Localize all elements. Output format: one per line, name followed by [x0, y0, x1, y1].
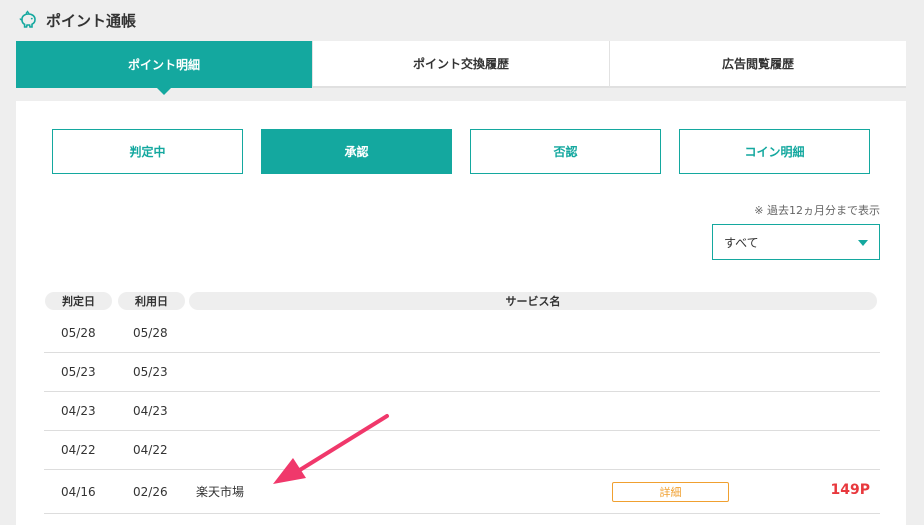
table-row: 04/16 02/26 楽天市場 詳細 149P: [44, 470, 880, 514]
table-row: 05/28 05/28: [44, 313, 880, 353]
used-date: 02/26: [133, 484, 168, 499]
judged-date: 05/23: [61, 365, 96, 379]
main-tabs: ポイント明細 ポイント交換履歴 広告閲覧履歴: [16, 41, 906, 95]
table-row: 05/23 05/23: [44, 353, 880, 392]
table-row: 04/22 04/22: [44, 431, 880, 470]
content-panel: 判定中 承認 否認 コイン明細 ※ 過去12ヵ月分まで表示 すべて 判定日 利用…: [16, 101, 906, 525]
page-header: ポイント通帳: [18, 8, 136, 32]
tab-point-exchange-history[interactable]: ポイント交換履歴: [313, 41, 610, 88]
filter-approved-button[interactable]: 承認: [261, 129, 452, 174]
column-header-service-name: サービス名: [189, 292, 877, 310]
tab-ad-view-history[interactable]: 広告閲覧履歴: [610, 41, 906, 88]
filter-rejected-button[interactable]: 否認: [470, 129, 661, 174]
column-header-judged-date: 判定日: [45, 292, 112, 310]
piggy-bank-icon: [19, 10, 36, 28]
tab-label: ポイント交換履歴: [412, 57, 509, 71]
detail-button[interactable]: 詳細: [612, 482, 729, 502]
page-title: ポイント通帳: [46, 11, 137, 30]
service-name: 楽天市場: [196, 485, 245, 499]
points-value: 149P: [830, 482, 870, 498]
active-tab-pointer: [157, 88, 171, 95]
judged-date: 04/23: [61, 404, 96, 418]
judged-date: 04/22: [61, 443, 96, 457]
tab-point-statement[interactable]: ポイント明細: [16, 41, 313, 95]
select-value: すべて: [724, 235, 759, 250]
tab-label: ポイント明細: [127, 58, 200, 72]
table-row: 04/23 04/23: [44, 392, 880, 431]
used-date: 05/28: [133, 325, 168, 340]
column-header-used-date: 利用日: [118, 292, 185, 310]
used-date: 05/23: [133, 365, 168, 379]
filter-coin-statement-button[interactable]: コイン明細: [679, 129, 870, 174]
used-date: 04/22: [133, 443, 168, 457]
used-date: 04/23: [133, 404, 168, 418]
period-note: ※ 過去12ヵ月分まで表示: [754, 204, 880, 217]
judged-date: 05/28: [61, 325, 96, 340]
tab-label: 広告閲覧履歴: [721, 57, 794, 71]
filter-pending-button[interactable]: 判定中: [52, 129, 243, 174]
category-select[interactable]: すべて: [712, 224, 880, 260]
judged-date: 04/16: [61, 484, 96, 499]
chevron-down-icon: [858, 240, 868, 246]
